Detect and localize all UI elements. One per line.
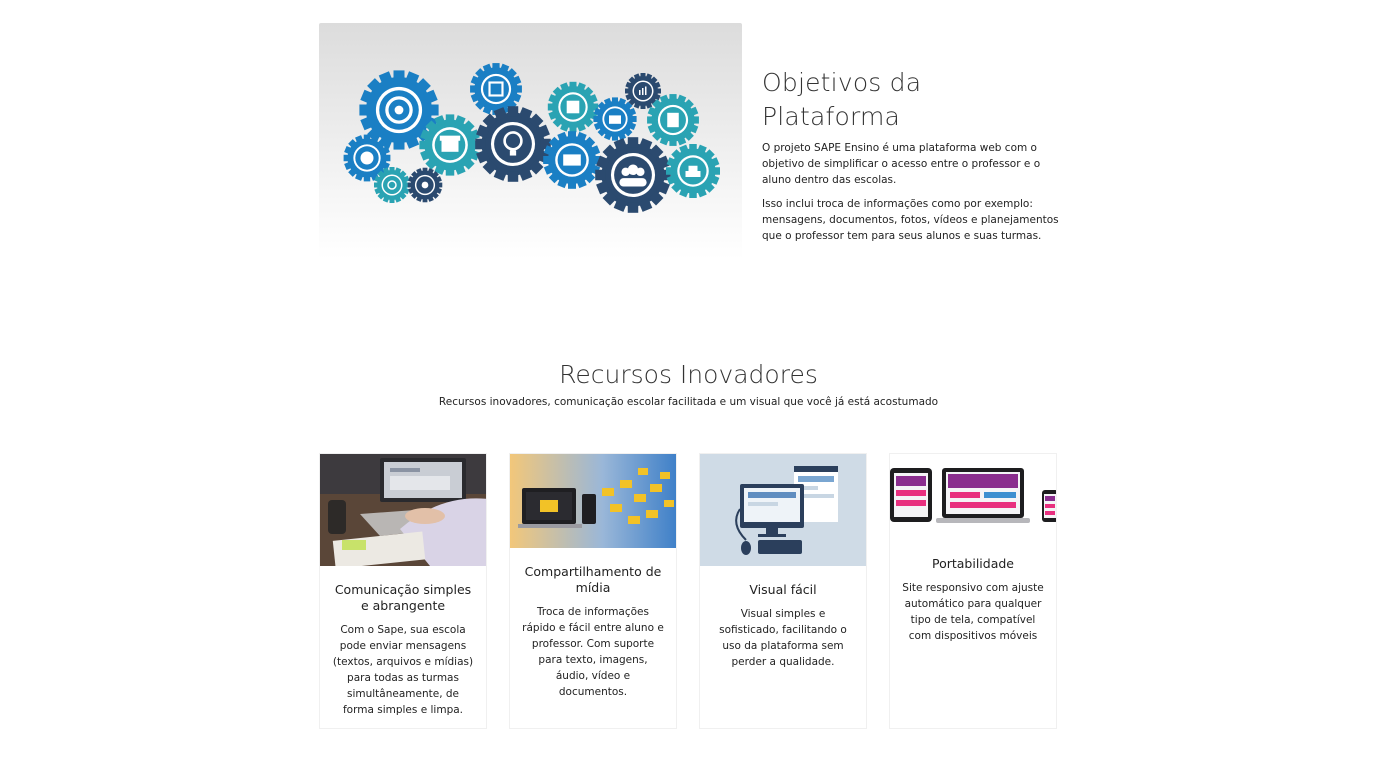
about-paragraph-2: Isso inclui troca de informações como po… xyxy=(762,198,1059,242)
feature-card-title: Visual fácil xyxy=(749,582,817,597)
features-title: Recursos Inovadores xyxy=(559,360,818,389)
feature-card-media: Compartilhamento de mídia Troca de infor… xyxy=(509,453,677,729)
about-title: Objetivos da Plataforma xyxy=(762,68,922,131)
feature-card-text: Site responsivo com ajuste automático pa… xyxy=(902,582,1044,642)
feature-card-text: Visual simples e sofisticado, facilitand… xyxy=(719,608,847,668)
feature-card-title: Portabilidade xyxy=(931,556,1014,571)
feature-card-visual: Visual fácil Visual simples e sofisticad… xyxy=(699,453,867,729)
about-paragraph-1: O projeto SAPE Ensino é uma plataforma w… xyxy=(762,142,1041,186)
laptop-photo xyxy=(320,454,486,566)
feature-card-portability: Portabilidade Site responsivo com ajuste… xyxy=(889,453,1057,729)
gears-icon xyxy=(343,63,720,213)
about-section: Objetivos da Plataforma O projeto SAPE E… xyxy=(762,66,1062,252)
gears-illustration xyxy=(319,23,742,260)
feature-card-text: Com o Sape, sua escola pode enviar mensa… xyxy=(332,624,474,716)
desktop-illustration xyxy=(700,454,866,566)
feature-card-text: Troca de informações rápido e fácil entr… xyxy=(522,606,664,698)
devices-illustration xyxy=(890,454,1056,526)
features-subtitle: Recursos inovadores, comunicação escolar… xyxy=(438,396,939,408)
feature-card-title: Compartilhamento de mídia xyxy=(524,564,662,595)
media-sharing-image xyxy=(510,454,676,548)
feature-card-communication: Comunicação simples e abrangente Com o S… xyxy=(319,453,487,729)
feature-card-title: Comunicação simples e abrangente xyxy=(334,582,472,613)
